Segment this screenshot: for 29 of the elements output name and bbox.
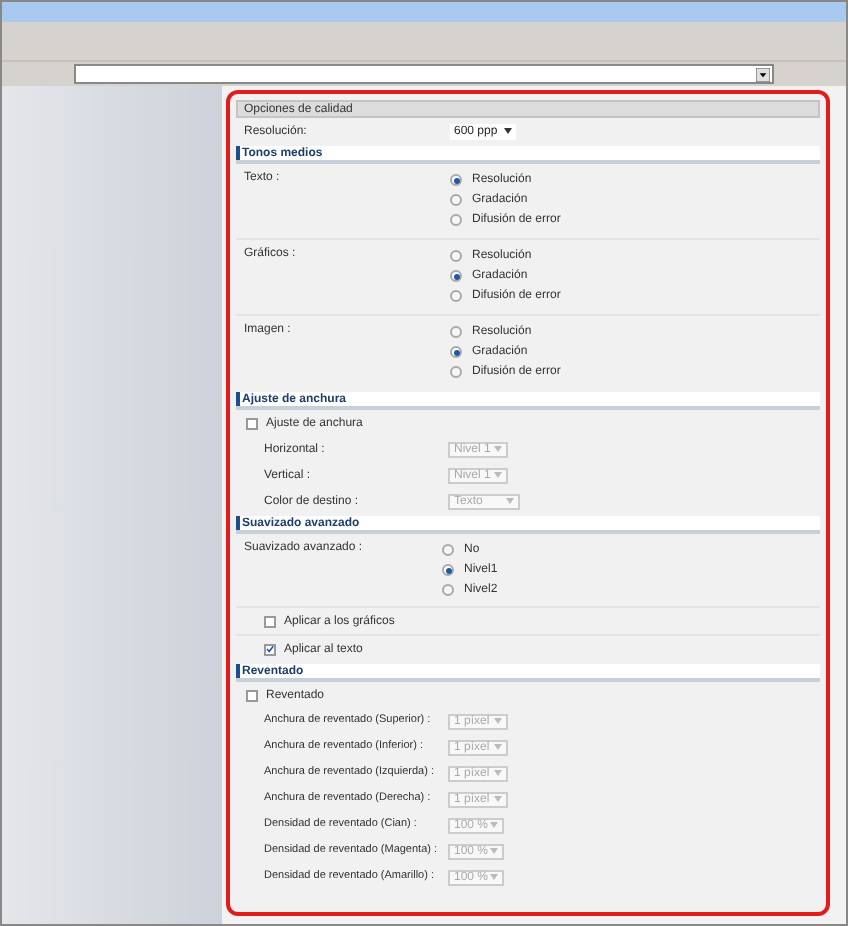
checkbox[interactable] (246, 417, 258, 429)
radio-button[interactable] (450, 326, 462, 338)
caret-icon (504, 128, 512, 134)
checkbox[interactable] (264, 615, 276, 627)
caret-icon (494, 770, 502, 776)
caret-icon (494, 718, 502, 724)
caret-icon (490, 822, 498, 828)
radio-button[interactable] (450, 214, 462, 226)
radio-button[interactable] (450, 346, 462, 358)
caret-icon (494, 744, 502, 750)
radio-button[interactable] (450, 270, 462, 282)
caret-icon (494, 796, 502, 802)
radio-button[interactable] (442, 564, 454, 576)
radio-button[interactable] (450, 174, 462, 186)
caret-icon (490, 874, 498, 880)
caret-icon (756, 67, 770, 81)
checkbox[interactable] (246, 689, 258, 701)
radio-button[interactable] (450, 250, 462, 262)
dropdown-field[interactable] (74, 64, 774, 84)
radio-button[interactable] (450, 366, 462, 378)
caret-icon (506, 498, 514, 504)
checkbox[interactable] (264, 643, 276, 655)
caret-icon (494, 472, 502, 478)
caret-icon (494, 446, 502, 452)
radio-button[interactable] (450, 194, 462, 206)
radio-button[interactable] (442, 544, 454, 556)
caret-icon (490, 848, 498, 854)
radio-button[interactable] (450, 290, 462, 302)
radio-button[interactable] (442, 584, 454, 596)
